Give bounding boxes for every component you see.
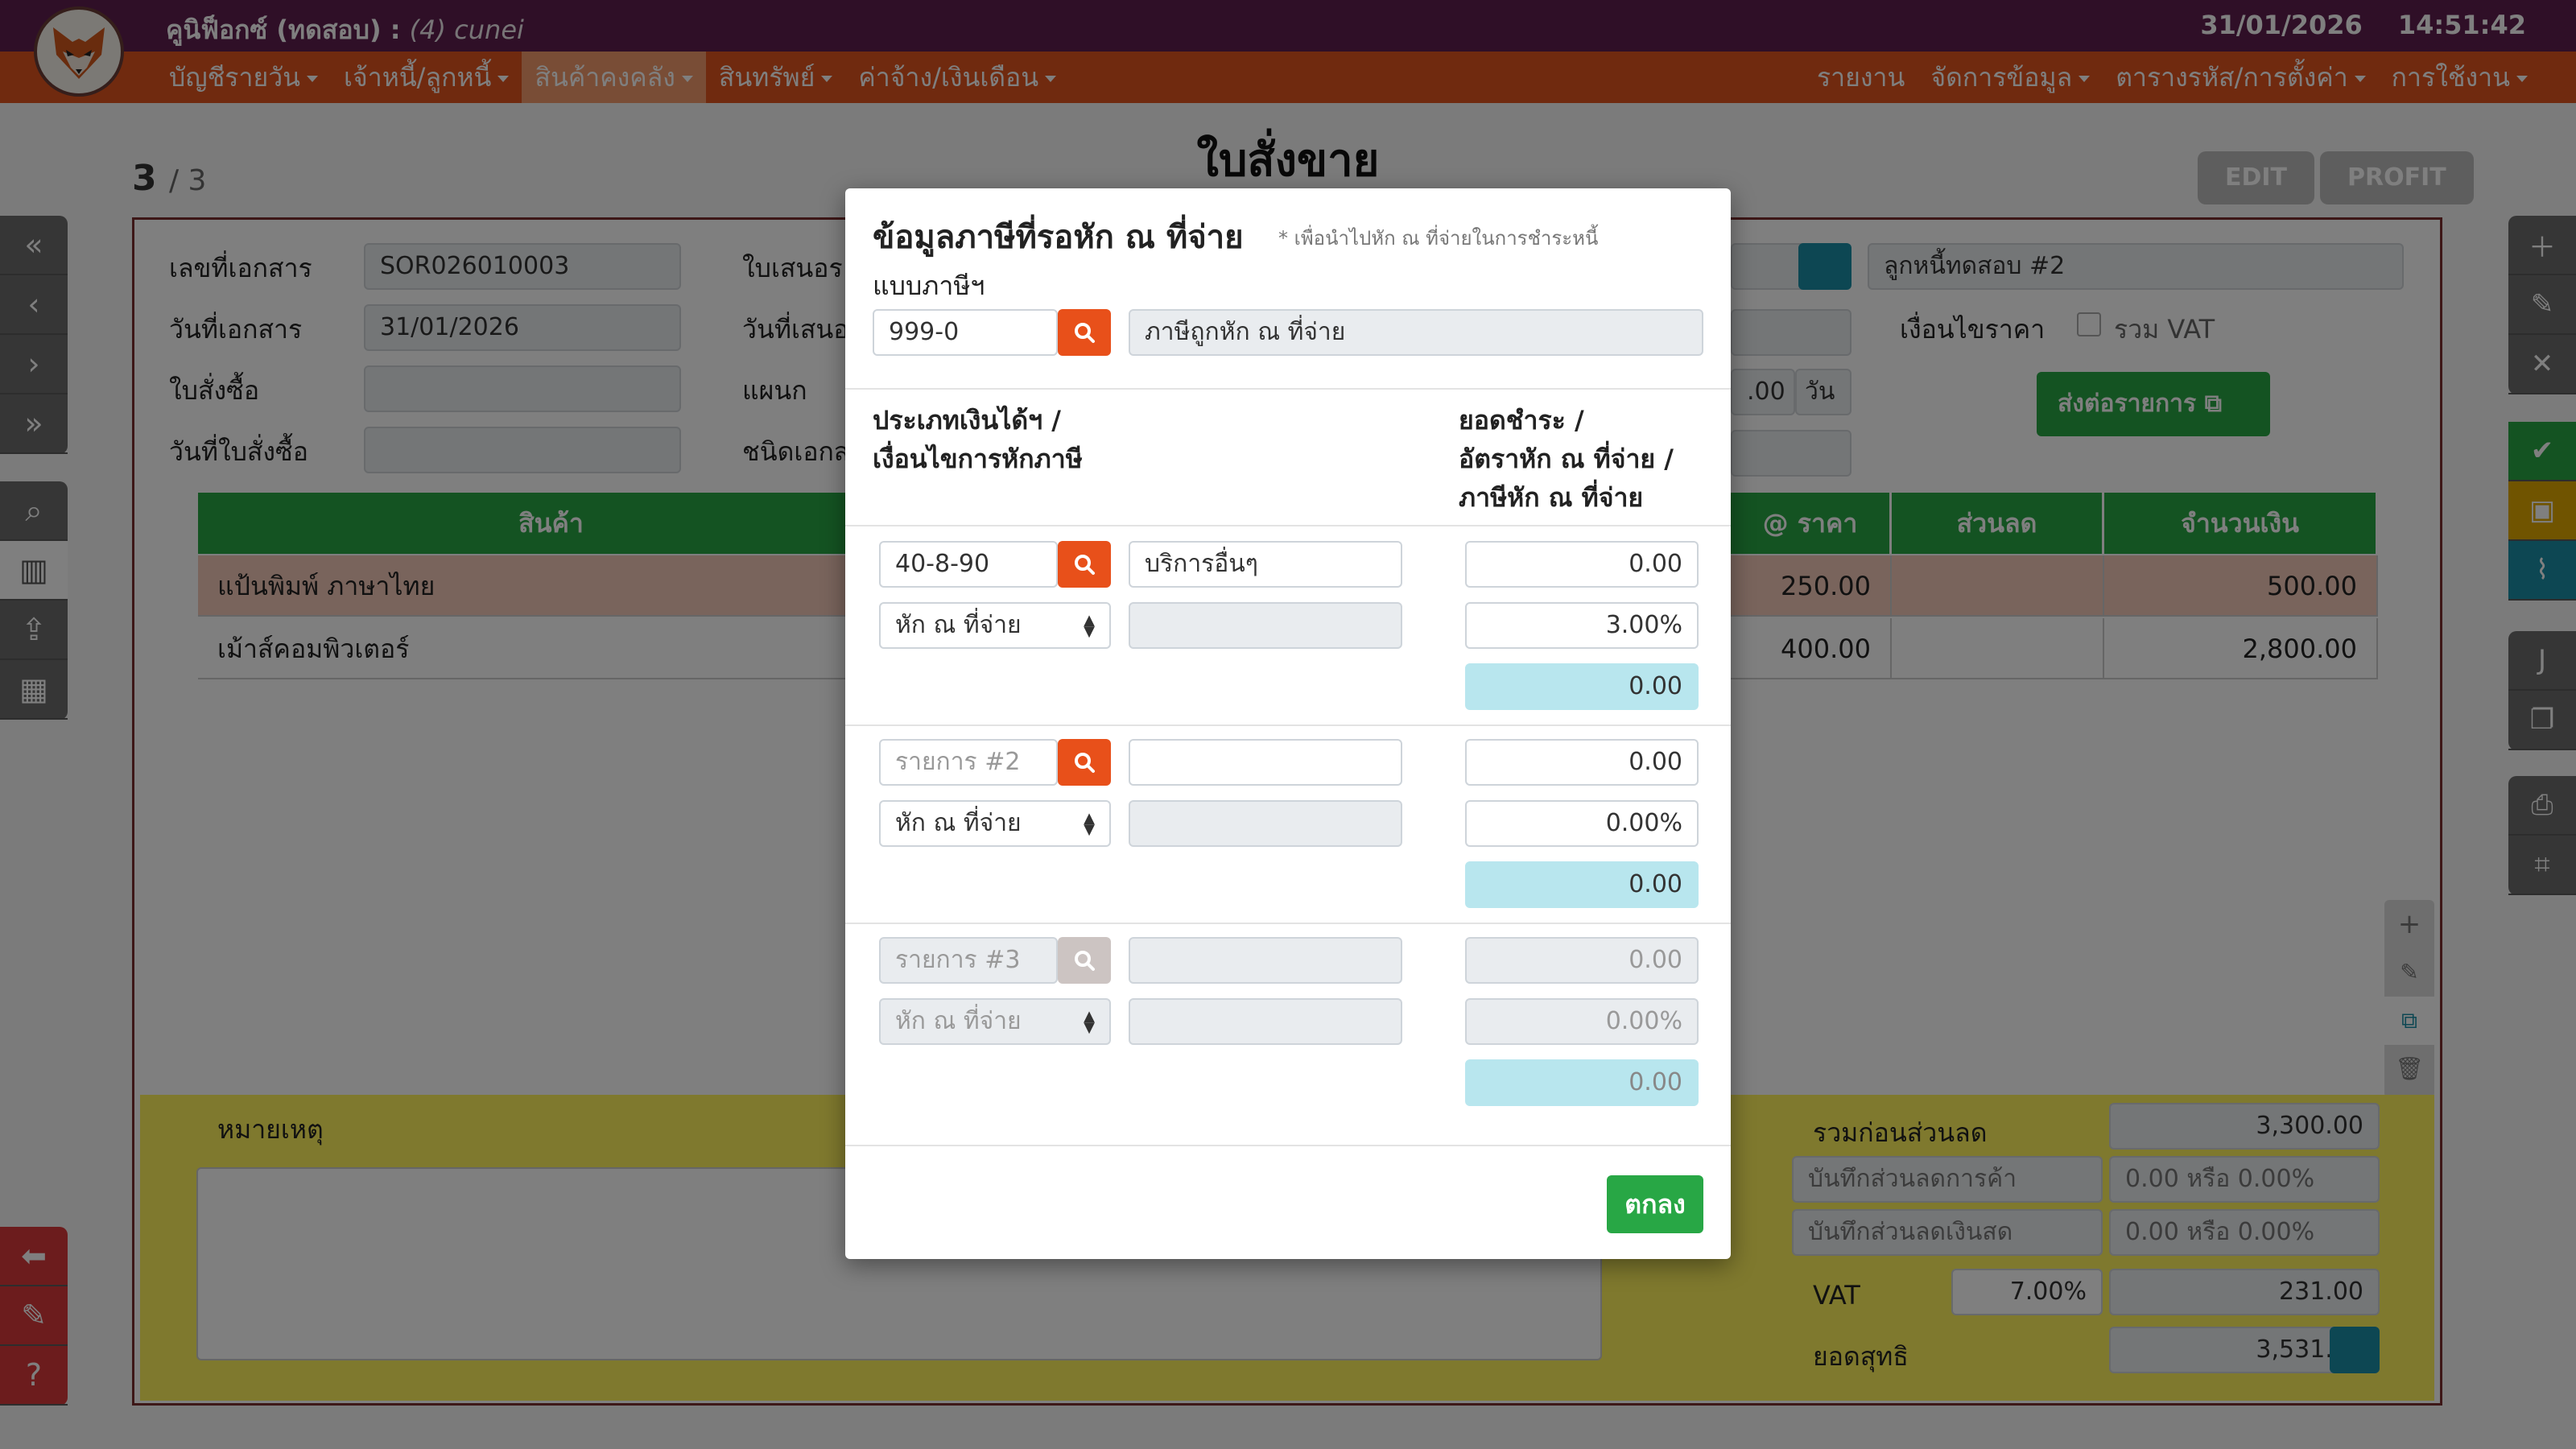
condition-detail-field — [1129, 800, 1402, 847]
condition-select-value: หัก ณ ที่จ่าย — [895, 1007, 1022, 1035]
search-icon — [1075, 323, 1095, 343]
modal-hint: * เพื่อนำไปหัก ณ ที่จ่ายในการชำระหนี้ — [1278, 227, 1599, 250]
condition-select: หัก ณ ที่จ่าย ▲ ▼ — [879, 998, 1111, 1045]
income-code-input[interactable]: 40-8-90 — [879, 541, 1058, 588]
tax-amount-field: 0.00 — [1465, 1059, 1699, 1106]
income-name-input — [1129, 937, 1402, 984]
paid-amount-input[interactable]: 0.00 — [1465, 739, 1699, 786]
paid-amount-input[interactable]: 0.00 — [1465, 541, 1699, 588]
income-type-header-line2: เงื่อนไขการหักภาษี — [873, 444, 1083, 474]
amount-header-line2: อัตราหัก ณ ที่จ่าย / — [1459, 444, 1674, 474]
divider — [845, 724, 1731, 726]
income-name-input[interactable]: บริการอื่นๆ — [1129, 541, 1402, 588]
income-type-header-line1: ประเภทเงินได้ฯ / — [873, 405, 1061, 436]
modal-title: ข้อมูลภาษีที่รอหัก ณ ที่จ่าย — [873, 219, 1244, 256]
search-form-type-button[interactable] — [1058, 309, 1111, 356]
amount-header: ยอดชำระ / อัตราหัก ณ ที่จ่าย / ภาษีหัก ณ… — [1459, 401, 1674, 517]
search-income-button[interactable] — [1058, 739, 1111, 786]
divider — [845, 388, 1731, 390]
search-income-button[interactable] — [1058, 541, 1111, 588]
updown-icon: ▲ ▼ — [1084, 810, 1095, 838]
form-type-code-input[interactable]: 999-0 — [873, 309, 1058, 356]
amount-header-line3: ภาษีหัก ณ ที่จ่าย — [1459, 482, 1644, 513]
search-icon — [1075, 555, 1095, 575]
search-icon — [1075, 753, 1095, 773]
updown-icon: ▲ ▼ — [1084, 1008, 1095, 1036]
income-code-input[interactable]: รายการ #2 — [879, 739, 1058, 786]
rate-input[interactable]: 3.00% — [1465, 602, 1699, 649]
condition-detail-field — [1129, 602, 1402, 649]
income-type-header: ประเภทเงินได้ฯ / เงื่อนไขการหักภาษี — [873, 401, 1083, 478]
search-icon — [1075, 951, 1095, 971]
divider — [845, 525, 1731, 526]
income-code-placeholder: รายการ #3 — [895, 946, 1021, 974]
updown-icon: ▲ ▼ — [1084, 612, 1095, 640]
rate-input[interactable]: 0.00% — [1465, 800, 1699, 847]
rate-input: 0.00% — [1465, 998, 1699, 1045]
divider — [845, 923, 1731, 924]
condition-select-value: หัก ณ ที่จ่าย — [895, 611, 1022, 639]
income-code-input: รายการ #3 — [879, 937, 1058, 984]
tax-amount-field: 0.00 — [1465, 861, 1699, 908]
condition-select-value: หัก ณ ที่จ่าย — [895, 809, 1022, 837]
paid-amount-input: 0.00 — [1465, 937, 1699, 984]
tax-amount-field: 0.00 — [1465, 663, 1699, 710]
form-type-name-field: ภาษีถูกหัก ณ ที่จ่าย — [1129, 309, 1703, 356]
condition-select[interactable]: หัก ณ ที่จ่าย ▲ ▼ — [879, 800, 1111, 847]
condition-detail-field — [1129, 998, 1402, 1045]
income-code-placeholder: รายการ #2 — [895, 748, 1021, 776]
form-type-label: แบบภาษีฯ — [873, 270, 985, 301]
condition-select[interactable]: หัก ณ ที่จ่าย ▲ ▼ — [879, 602, 1111, 649]
divider — [845, 1145, 1731, 1146]
search-income-button — [1058, 937, 1111, 984]
income-name-input[interactable] — [1129, 739, 1402, 786]
withholding-tax-modal: ข้อมูลภาษีที่รอหัก ณ ที่จ่าย * เพื่อนำไป… — [845, 188, 1731, 1259]
amount-header-line1: ยอดชำระ / — [1459, 405, 1584, 436]
ok-button[interactable]: ตกลง — [1607, 1175, 1703, 1233]
